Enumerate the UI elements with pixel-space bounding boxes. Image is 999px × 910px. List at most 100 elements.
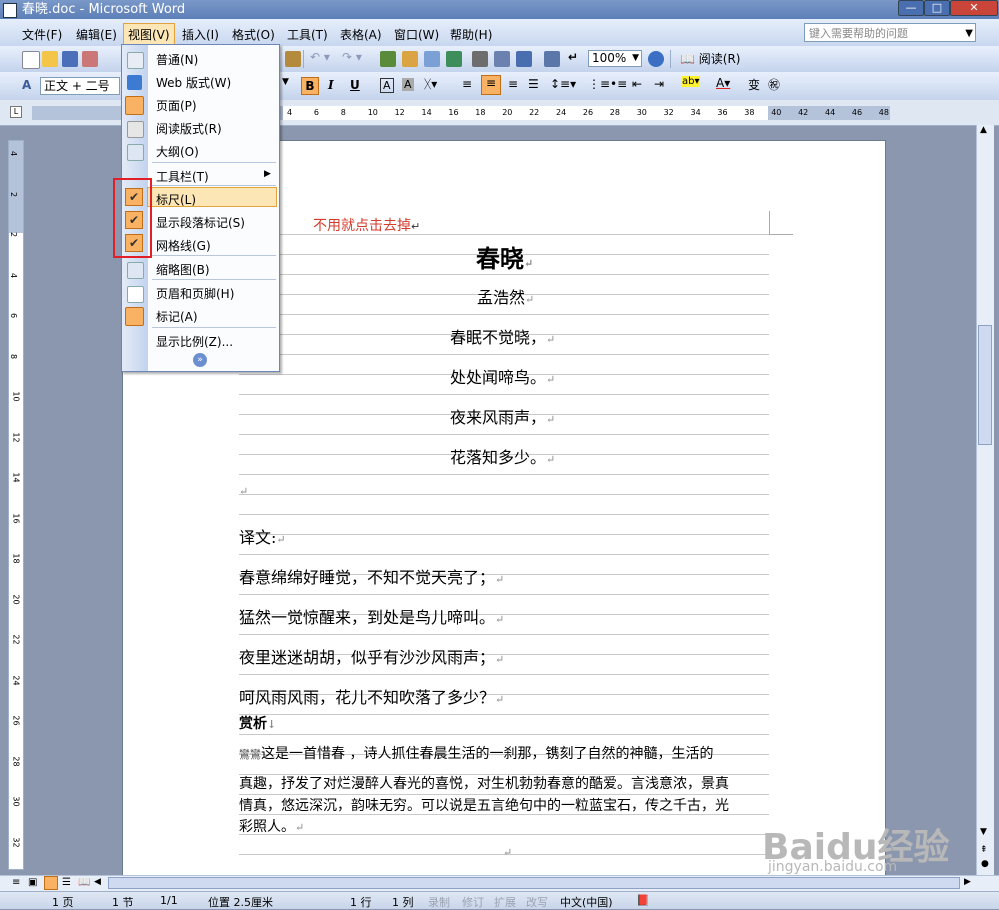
menu-item-outline[interactable]: 大纲(O) xyxy=(156,143,199,160)
thumbnails-icon[interactable] xyxy=(544,51,560,67)
maximize-button[interactable]: □ xyxy=(924,0,950,16)
vertical-ruler[interactable]: 4 2 2 4 6 8 10 12 14 16 18 20 22 24 26 28 30 32 xyxy=(8,140,24,870)
appreciation-line: 彩照人。↵ xyxy=(239,819,305,835)
menu-item-reading-layout[interactable]: 阅读版式(R) xyxy=(156,120,222,137)
help-icon[interactable] xyxy=(648,51,664,67)
scroll-thumb[interactable] xyxy=(978,325,992,445)
scroll-down-icon[interactable]: ▼ xyxy=(980,827,987,837)
gridline xyxy=(239,594,769,595)
menu-item-toolbars[interactable]: 工具栏(T) xyxy=(156,168,209,185)
menu-separator xyxy=(152,327,276,328)
new-document-icon[interactable] xyxy=(22,51,40,69)
zoom-value: 100% xyxy=(592,51,627,65)
menu-format[interactable]: 格式(O) xyxy=(232,26,275,43)
insert-table-icon[interactable] xyxy=(424,51,440,67)
numbering-icon[interactable]: ⋮≡ xyxy=(588,77,610,91)
align-center-icon[interactable]: ≡ xyxy=(481,75,501,95)
browse-object-icon[interactable]: ● xyxy=(981,859,989,869)
minimize-button[interactable]: — xyxy=(898,0,924,16)
spelling-status-icon[interactable]: 📕 xyxy=(636,894,650,907)
underline-button[interactable]: U xyxy=(350,78,360,92)
italic-button[interactable]: I xyxy=(328,78,334,92)
bullets-icon[interactable]: •≡ xyxy=(610,77,627,91)
toolbar-separator xyxy=(303,50,304,68)
char-scale-icon[interactable]: ᚷ▾ xyxy=(424,77,437,91)
prev-page-icon[interactable]: ⇞ xyxy=(980,845,988,855)
tables-borders-icon[interactable] xyxy=(402,51,418,67)
menu-tools[interactable]: 工具(T) xyxy=(287,26,328,43)
outline-icon xyxy=(127,144,144,161)
font-size-dropdown-icon[interactable]: ▼ xyxy=(282,77,289,87)
style-select[interactable]: 正文 + 二号 xyxy=(40,77,120,95)
close-button[interactable]: ✕ xyxy=(950,0,998,16)
menu-help[interactable]: 帮助(H) xyxy=(450,26,492,43)
horizontal-scrollbar[interactable]: ≡ ▣ ☰ 📖 ◀ ▶ xyxy=(0,875,999,892)
insert-excel-icon[interactable] xyxy=(446,51,462,67)
menu-edit[interactable]: 编辑(E) xyxy=(76,26,117,43)
menu-item-web-layout[interactable]: Web 版式(W) xyxy=(156,74,231,91)
format-painter-icon[interactable] xyxy=(285,51,301,67)
menu-window[interactable]: 窗口(W) xyxy=(394,26,439,43)
styles-pane-icon[interactable]: A xyxy=(22,78,31,92)
read-button[interactable]: 📖 阅读(R) xyxy=(680,50,740,67)
menu-table[interactable]: 表格(A) xyxy=(340,26,382,43)
justify-icon[interactable]: ☰ xyxy=(528,77,539,91)
permission-icon[interactable] xyxy=(82,51,98,67)
help-search-input[interactable]: 键入需要帮助的问题 ▼ xyxy=(804,23,976,42)
increase-indent-icon[interactable]: ⇥ xyxy=(654,77,664,91)
highlight-icon[interactable]: ab▾ xyxy=(682,76,700,87)
translation-line: 夜里迷迷胡胡，似乎有沙沙风雨声；↵ xyxy=(239,648,505,667)
margin-corner-mark xyxy=(769,211,770,235)
drawing-icon[interactable] xyxy=(494,51,510,67)
print-layout-icon xyxy=(125,96,144,115)
align-left-icon[interactable]: ≡ xyxy=(462,77,472,91)
line-spacing-icon[interactable]: ↕≡▾ xyxy=(550,77,576,91)
menu-insert[interactable]: 插入(I) xyxy=(182,26,219,43)
menu-item-zoom[interactable]: 显示比例(Z)... xyxy=(156,333,233,350)
undo-icon[interactable]: ↶ ▾ xyxy=(310,50,330,64)
web-view-button[interactable]: ▣ xyxy=(28,877,37,888)
menu-item-thumbnails[interactable]: 缩略图(B) xyxy=(156,261,210,278)
scroll-up-icon[interactable]: ▲ xyxy=(980,125,987,135)
menu-separator xyxy=(152,185,276,186)
menu-item-markup[interactable]: 标记(A) xyxy=(156,308,198,325)
scroll-left-icon[interactable]: ◀ xyxy=(94,877,101,887)
save-icon[interactable] xyxy=(62,51,78,67)
enclose-char-icon[interactable]: ㊗ xyxy=(768,76,780,93)
outline-view-button[interactable]: ☰ xyxy=(62,877,71,888)
redo-icon[interactable]: ↷ ▾ xyxy=(342,50,362,64)
menu-file[interactable]: 文件(F) xyxy=(22,26,62,43)
scroll-right-icon[interactable]: ▶ xyxy=(964,877,971,887)
normal-view-button[interactable]: ≡ xyxy=(12,877,20,888)
help-dropdown-icon[interactable]: ▼ xyxy=(965,24,973,43)
menu-item-gridlines[interactable]: 网格线(G) xyxy=(156,237,211,254)
style-value: 正文 + 二号 xyxy=(44,79,110,93)
align-right-icon[interactable]: ≡ xyxy=(508,77,518,91)
tab-selector-icon[interactable]: L xyxy=(10,106,22,118)
menu-item-normal[interactable]: 普通(N) xyxy=(156,51,198,68)
open-folder-icon[interactable] xyxy=(42,51,58,67)
document-map-icon[interactable] xyxy=(516,51,532,67)
expand-menu-icon[interactable]: » xyxy=(193,353,207,367)
menu-view[interactable]: 视图(V) xyxy=(123,23,175,46)
zoom-select[interactable]: 100% ▼ xyxy=(588,50,642,67)
bold-button[interactable]: B xyxy=(301,77,319,95)
menu-item-ruler[interactable]: 标尺(L) xyxy=(156,191,196,208)
ruler-tick-label: 48 xyxy=(878,108,889,117)
decrease-indent-icon[interactable]: ⇤ xyxy=(632,77,642,91)
char-shading-icon[interactable]: A xyxy=(402,78,414,91)
menu-item-paragraph-marks[interactable]: 显示段落标记(S) xyxy=(156,214,245,231)
menu-item-print-layout[interactable]: 页面(P) xyxy=(156,97,197,114)
font-color-icon[interactable]: A▾ xyxy=(716,76,730,90)
print-view-button[interactable] xyxy=(44,876,58,890)
hscroll-thumb[interactable] xyxy=(108,877,960,889)
vruler-tick-label: 6 xyxy=(9,312,19,319)
show-hide-marks-icon[interactable]: ↵ xyxy=(568,50,578,64)
reading-view-button[interactable]: 📖 xyxy=(78,877,90,888)
columns-icon[interactable] xyxy=(472,51,488,67)
hyperlink-icon[interactable] xyxy=(380,51,396,67)
char-border-icon[interactable]: A xyxy=(380,78,394,93)
phonetic-guide-icon[interactable]: 变 xyxy=(748,76,760,93)
menu-item-header-footer[interactable]: 页眉和页脚(H) xyxy=(156,285,234,302)
vertical-scrollbar[interactable]: ▲ ▼ ⇞ ● xyxy=(976,125,994,875)
